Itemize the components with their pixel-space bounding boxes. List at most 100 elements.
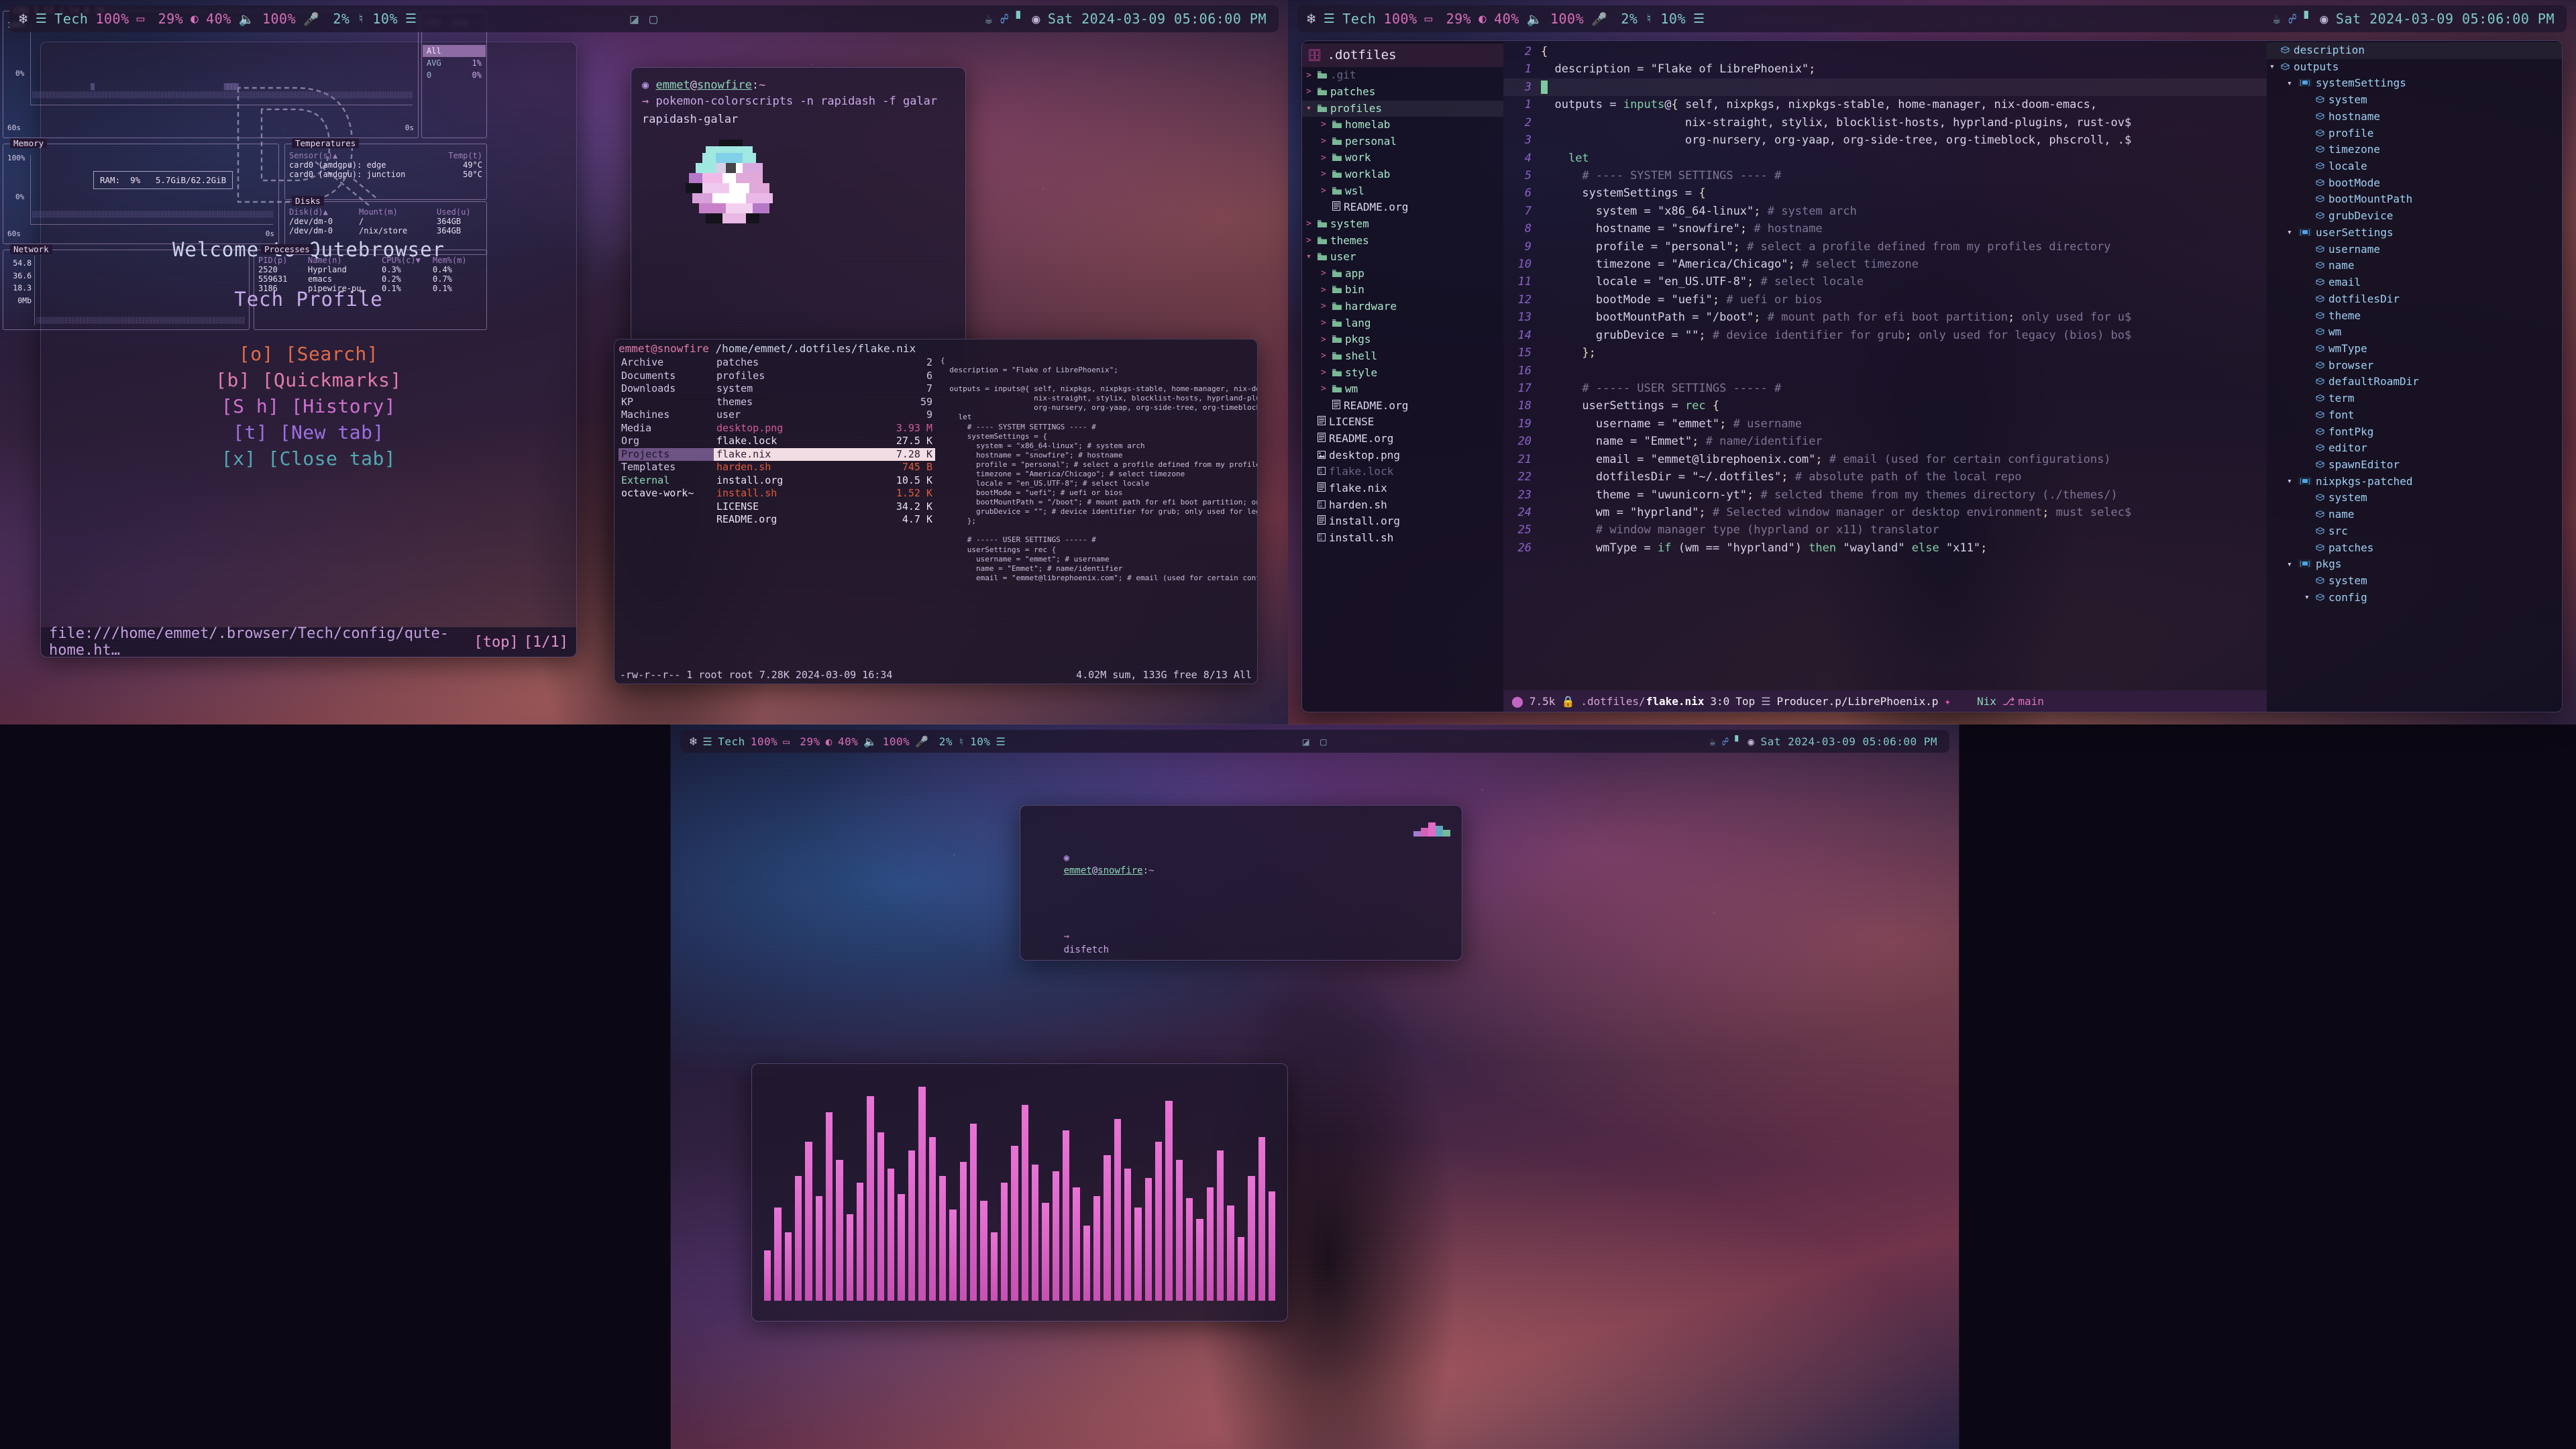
outline-item-userSettings[interactable]: ▾ [] userSettings xyxy=(2267,225,2562,241)
chevron-right-icon[interactable]: > xyxy=(1321,152,1329,165)
workspaces-icon[interactable]: ☰ xyxy=(702,735,712,748)
flycheck-icon[interactable]: ✦ xyxy=(1944,695,1951,708)
treemacs-file-README.org[interactable]: README.org xyxy=(1302,431,1503,447)
chevron-down-icon[interactable]: ▾ xyxy=(2304,591,2312,604)
modeline-project[interactable]: Producer.p/LibrePhoenix.p xyxy=(1777,695,1939,708)
code-line[interactable]: 3 xyxy=(1503,78,2267,97)
clock[interactable]: Sat 2024-03-09 05:06:00 PM xyxy=(1761,735,1937,748)
ranger-parent-item[interactable]: Downloads xyxy=(619,382,714,396)
ranger-parent-column[interactable]: Archive Documents Downloads KP Machines Media… xyxy=(614,356,714,651)
ranger-parent-item[interactable]: Documents xyxy=(619,370,714,383)
outline-item-name[interactable]: name xyxy=(2267,506,2562,523)
code-line[interactable]: 8 hostname = "snowfire"; # hostname xyxy=(1503,220,2267,237)
outline-item-nixpkgs-patched[interactable]: ▾ [] nixpkgs-patched xyxy=(2267,474,2562,490)
code-line[interactable]: 7 system = "x86_64-linux"; # system arch xyxy=(1503,203,2267,220)
emacs-outline-panel[interactable]: description ▾ outputs ▾[] systemSettings syst… xyxy=(2267,41,2562,712)
treemacs-dir-work[interactable]: > work xyxy=(1302,150,1503,166)
ranger-current-item[interactable]: LICENSE 34.2 K xyxy=(714,500,935,514)
outline-item-profile[interactable]: profile xyxy=(2267,125,2562,142)
qutebrowser-shortcut[interactable]: [t] [New tab] xyxy=(233,421,384,443)
ranger-current-item[interactable]: system 7 xyxy=(714,382,935,396)
outline-item-wm[interactable]: wm xyxy=(2267,324,2562,341)
code-line[interactable]: 23 theme = "uwunicorn-yt"; # selcted the… xyxy=(1503,486,2267,504)
outline-item-editor[interactable]: editor xyxy=(2267,440,2562,457)
code-line[interactable]: 9 profile = "personal"; # select a profi… xyxy=(1503,238,2267,256)
ranger-current-item[interactable]: flake.lock 27.5 K xyxy=(714,435,935,448)
bluetooth-icon[interactable]: ☍ xyxy=(2288,11,2297,27)
outline-item-email[interactable]: email xyxy=(2267,274,2562,291)
code-line[interactable]: 10 timezone = "America/Chicago"; # selec… xyxy=(1503,256,2267,273)
chevron-right-icon[interactable]: > xyxy=(1321,333,1329,347)
outline-item-description[interactable]: description xyxy=(2267,42,2562,59)
outline-item-username[interactable]: username xyxy=(2267,241,2562,258)
network-icon[interactable]: ▘ xyxy=(1735,735,1741,748)
outline-item-patches[interactable]: patches xyxy=(2267,540,2562,557)
chevron-right-icon[interactable]: > xyxy=(1321,366,1329,380)
chevron-down-icon[interactable]: ▾ xyxy=(1306,102,1314,115)
modeline-branch[interactable]: main xyxy=(2018,695,2044,708)
outline-item-name[interactable]: name xyxy=(2267,258,2562,274)
btop-column-header[interactable]: Disk(d)▲ xyxy=(289,207,359,217)
chevron-down-icon[interactable]: ▾ xyxy=(2287,77,2294,91)
emacs-window[interactable]: 🗄 .dotfiles > .git > patches ▾ profiles > homel… xyxy=(1301,40,2563,712)
nix-snowflake-icon[interactable]: ❄ xyxy=(1307,11,1316,28)
chevron-right-icon[interactable]: > xyxy=(1306,234,1314,248)
treemacs-dir-pkgs[interactable]: > pkgs xyxy=(1302,331,1503,348)
code-line[interactable]: 11 locale = "en_US.UTF-8"; # select loca… xyxy=(1503,273,2267,290)
ranger-parent-item[interactable]: Org xyxy=(619,435,714,448)
treemacs-dir-homelab[interactable]: > homelab xyxy=(1302,117,1503,133)
microphone-icon[interactable]: 🎤 xyxy=(303,11,319,27)
treemacs-dir-user[interactable]: ▾ user xyxy=(1302,249,1503,266)
chevron-right-icon[interactable]: > xyxy=(1306,217,1314,231)
outline-item-wmType[interactable]: wmType xyxy=(2267,341,2562,358)
outline-item-term[interactable]: term xyxy=(2267,390,2562,407)
chevron-right-icon[interactable]: > xyxy=(1321,184,1329,198)
treemacs-dir-lang[interactable]: > lang xyxy=(1302,315,1503,332)
chevron-down-icon[interactable]: ▾ xyxy=(2287,226,2294,239)
outline-item-bootMountPath[interactable]: bootMountPath xyxy=(2267,191,2562,208)
btop-column-header[interactable]: Used(u) xyxy=(437,207,471,217)
ranger-current-item[interactable]: install.org 10.5 K xyxy=(714,474,935,488)
clock[interactable]: Sat 2024-03-09 05:06:00 PM xyxy=(2336,11,2555,27)
outline-item-defaultRoamDir[interactable]: defaultRoamDir xyxy=(2267,374,2562,390)
treemacs-file-install.org[interactable]: install.org xyxy=(1302,513,1503,530)
chevron-down-icon[interactable]: ▾ xyxy=(2287,475,2294,488)
btop-process-row[interactable]: 2520 Hyprland 0.3% 0.4% xyxy=(258,265,482,274)
workspaces-icon[interactable]: ☰ xyxy=(1324,11,1336,26)
modeline-path-dir[interactable]: .dotfiles/ xyxy=(1580,695,1645,708)
layout-icon[interactable]: ◪ xyxy=(1303,735,1309,748)
disfetch-terminal[interactable]: ◉ emmet@snowfire:~ → disfetch \\ \\ // \… xyxy=(1020,805,1462,961)
treemacs-dir-style[interactable]: > style xyxy=(1302,365,1503,382)
ranger-parent-item[interactable]: Media xyxy=(619,422,714,435)
emacs-buffer[interactable]: 2{1 description = "Flake of LibrePhoenix… xyxy=(1503,41,2267,712)
btop-column-header[interactable]: Sensor(s)▲ xyxy=(289,151,337,160)
chevron-down-icon[interactable]: ▾ xyxy=(2269,60,2277,74)
ranger-parent-item[interactable]: External xyxy=(619,474,714,488)
outline-item-font[interactable]: font xyxy=(2267,407,2562,424)
treemacs-file-harden.sh[interactable]: 01 10 harden.sh xyxy=(1302,497,1503,514)
ranger-current-item[interactable]: themes 59 xyxy=(714,396,935,409)
disc-icon[interactable]: ◉ xyxy=(1748,735,1754,748)
treemacs-dir-.git[interactable]: > .git xyxy=(1302,67,1503,84)
code-line[interactable]: 5 # ---- SYSTEM SETTINGS ---- # xyxy=(1503,167,2267,184)
treemacs-dir-wm[interactable]: > wm xyxy=(1302,381,1503,398)
outline-item-fontPkg[interactable]: fontPkg xyxy=(2267,424,2562,441)
modeline-path-file[interactable]: flake.nix xyxy=(1646,695,1705,708)
treemacs-file-flake.lock[interactable]: 01 10 flake.lock xyxy=(1302,464,1503,480)
ranger-parent-item[interactable]: Templates xyxy=(619,461,714,474)
ranger-parent-item[interactable]: KP xyxy=(619,396,714,409)
ranger-parent-item[interactable]: Archive xyxy=(619,356,714,370)
treemacs-sidebar[interactable]: 🗄 .dotfiles > .git > patches ▾ profiles > homel… xyxy=(1302,41,1503,712)
btop-column-header[interactable]: Temp(t) xyxy=(448,151,482,160)
ranger-parent-item[interactable]: Machines xyxy=(619,409,714,422)
workspaces-icon[interactable]: ☰ xyxy=(36,11,48,26)
chevron-right-icon[interactable]: > xyxy=(1321,135,1329,148)
chevron-down-icon[interactable]: ▾ xyxy=(1306,250,1314,264)
bluetooth-icon[interactable]: ☍ xyxy=(1722,735,1729,748)
btop-system-monitor[interactable]: CPU 1.53 1.14 0.78 100% 0% 60s 0s ░░░░░░… xyxy=(0,0,490,339)
workspace-label[interactable]: Tech xyxy=(54,11,88,27)
code-line[interactable]: 20 name = "Emmet"; # name/identifier xyxy=(1503,433,2267,450)
volume-icon[interactable]: 🔈 xyxy=(1527,11,1543,27)
code-line[interactable]: 26 wmType = if (wm == "hyprland") then "… xyxy=(1503,539,2267,557)
btop-column-header[interactable]: Name(n) xyxy=(308,256,382,265)
